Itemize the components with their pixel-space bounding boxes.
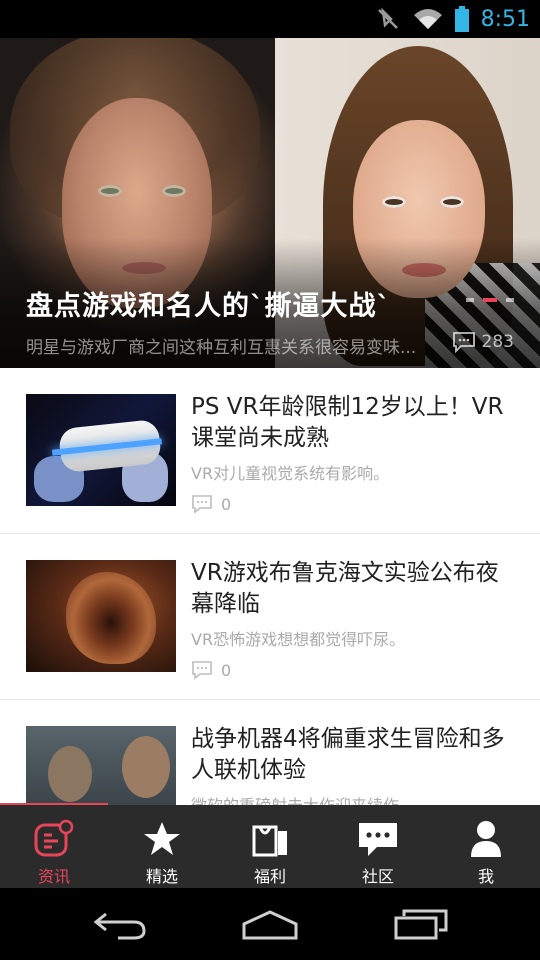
news-title: PS VR年龄限制12岁以上！VR课堂尚未成熟 <box>191 394 504 451</box>
tab-label: 我 <box>477 867 494 886</box>
news-title: VR游戏布鲁克海文实验公布夜幕降临 <box>191 560 499 617</box>
person-icon <box>471 821 501 857</box>
news-item[interactable]: PS VR年龄限制12岁以上！VR课堂尚未成熟 VR对儿童视觉系统有影响。 0 <box>0 368 540 534</box>
hero-banner[interactable]: 盘点游戏和名人的`撕逼大战` 明星与游戏厂商之间这种互利互惠关系很容易变味...… <box>0 38 540 368</box>
hero-subtitle: 明星与游戏厂商之间这种互利互惠关系很容易变味... <box>26 338 417 358</box>
chat-bubble-icon <box>359 823 397 856</box>
system-navigation-bar <box>0 888 540 960</box>
star-icon <box>144 822 180 855</box>
comment-number: 0 <box>221 660 232 680</box>
tab-label: 社区 <box>361 867 394 886</box>
comment-icon <box>192 495 212 514</box>
news-list[interactable]: PS VR年龄限制12岁以上！VR课堂尚未成熟 VR对儿童视觉系统有影响。 0 … <box>0 368 540 805</box>
tab-featured[interactable]: 精选 <box>108 805 216 888</box>
news-item[interactable]: VR游戏布鲁克海文实验公布夜幕降临 VR恐怖游戏想想都觉得吓尿。 0 <box>0 534 540 700</box>
news-icon <box>34 819 74 857</box>
tab-community[interactable]: 社区 <box>324 805 432 888</box>
news-comment-count: 0 <box>191 660 231 680</box>
hero-title: 盘点游戏和名人的`撕逼大战` <box>26 291 391 322</box>
news-thumbnail <box>26 560 176 672</box>
bottom-tab-bar: 资讯 精选 福利 社区 我 <box>0 805 540 888</box>
tab-welfare[interactable]: 福利 <box>216 805 324 888</box>
comment-icon <box>192 661 212 680</box>
news-comment-count: 0 <box>191 494 231 514</box>
tab-label: 精选 <box>145 867 178 886</box>
carousel-dot <box>466 298 474 302</box>
tab-label: 资讯 <box>37 867 70 886</box>
recent-apps-icon[interactable] <box>392 906 450 942</box>
hero-comment-number: 283 <box>481 332 514 352</box>
home-icon[interactable] <box>240 906 300 942</box>
gift-bag-icon <box>252 825 287 857</box>
news-item[interactable]: 战争机器4将偏重求生冒险和多人联机体验 微软的重磅射击大作迎来续作 <box>0 700 540 805</box>
status-time: 8:51 <box>480 6 530 32</box>
carousel-indicator <box>466 298 514 302</box>
carousel-dot <box>506 298 514 302</box>
news-thumbnail <box>26 726 176 805</box>
battery-icon <box>454 6 469 32</box>
news-title: 战争机器4将偏重求生冒险和多人联机体验 <box>191 726 505 783</box>
status-bar: 8:51 <box>0 0 540 38</box>
news-description: VR对儿童视觉系统有影响。 <box>191 464 390 483</box>
hero-comment-count: 283 <box>452 331 514 353</box>
news-description: 微软的重磅射击大作迎来续作 <box>191 792 521 805</box>
news-description: VR恐怖游戏想想都觉得吓尿。 <box>191 630 406 649</box>
status-icons: 8:51 <box>375 0 530 38</box>
wifi-icon <box>413 9 442 29</box>
tab-me[interactable]: 我 <box>432 805 540 888</box>
mute-icon <box>377 7 398 29</box>
tab-news[interactable]: 资讯 <box>0 805 108 888</box>
tab-label: 福利 <box>253 867 286 886</box>
carousel-dot-active <box>483 298 497 302</box>
back-icon[interactable] <box>92 906 150 942</box>
comment-number: 0 <box>221 494 232 514</box>
news-thumbnail <box>26 394 176 506</box>
comment-icon <box>452 332 475 353</box>
